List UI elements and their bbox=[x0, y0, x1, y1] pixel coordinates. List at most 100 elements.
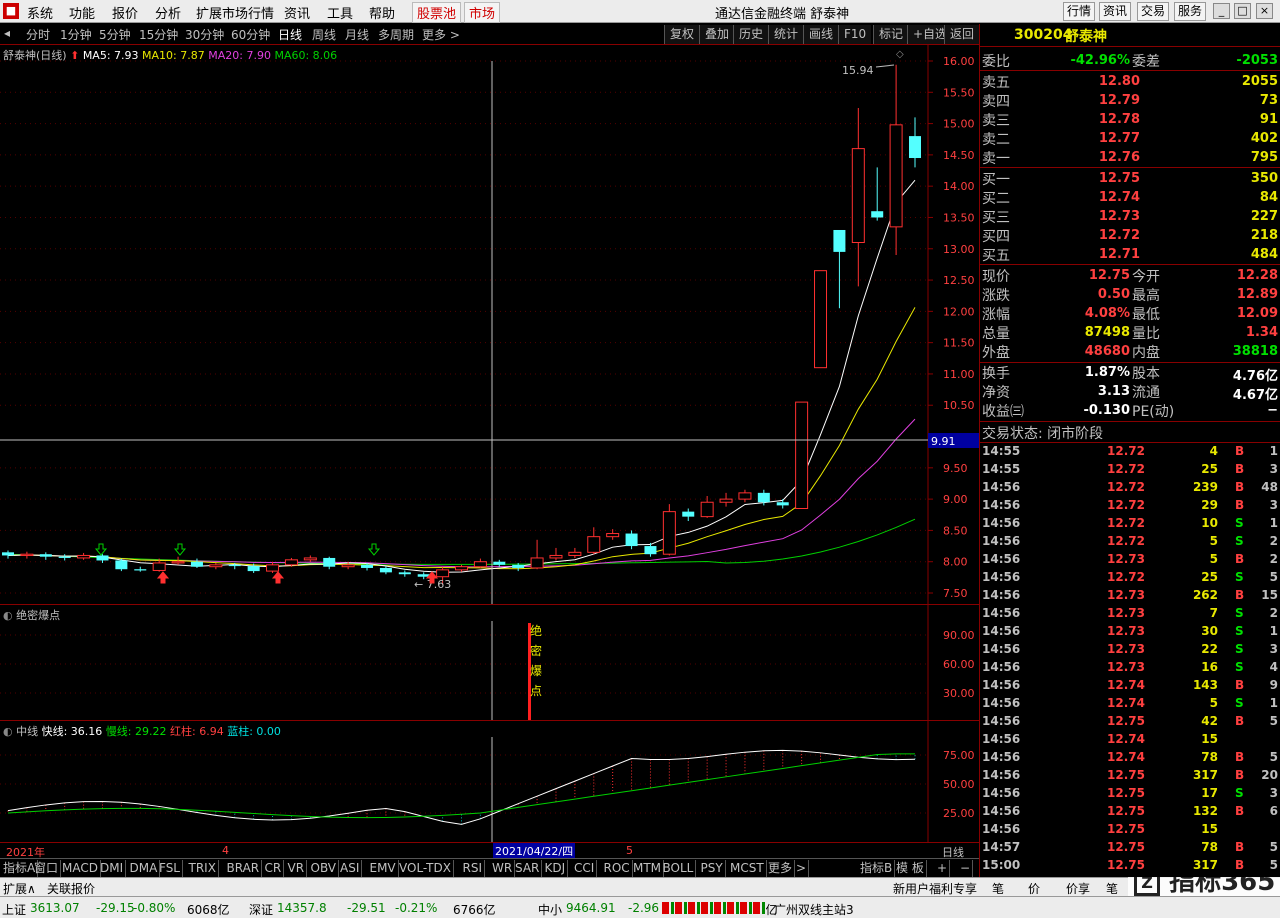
trade-status: 交易状态: 闭市阶段 bbox=[982, 426, 1104, 442]
menu-market[interactable]: 市场 bbox=[464, 2, 501, 23]
indicator-tab-9[interactable]: VR bbox=[286, 860, 308, 877]
indicator-tab-3[interactable]: DMI bbox=[98, 860, 127, 877]
candle-body bbox=[436, 569, 450, 578]
menu-analysis[interactable]: 分析 bbox=[155, 3, 181, 22]
tick-tab-2[interactable]: 笔 bbox=[1106, 880, 1118, 897]
adjust-button[interactable]: 复权 bbox=[664, 25, 700, 44]
tick-tab[interactable]: 笔 bbox=[992, 880, 1004, 897]
period-5min[interactable]: 5分钟 bbox=[99, 26, 131, 43]
right-tab-2[interactable]: + bbox=[935, 860, 951, 877]
stats-button[interactable]: 统计 bbox=[768, 25, 804, 44]
right-tab-3[interactable]: − bbox=[958, 860, 974, 877]
draw-button[interactable]: 画线 bbox=[803, 25, 839, 44]
indicator-tab-5[interactable]: FSL bbox=[157, 860, 183, 877]
indicator-tab-25[interactable]: > bbox=[794, 860, 810, 877]
index-price: 3613.07 bbox=[30, 901, 80, 915]
candle bbox=[662, 504, 676, 556]
indicator-tab-23[interactable]: MCST bbox=[728, 860, 767, 877]
price-tab[interactable]: 价 bbox=[1028, 880, 1040, 897]
ext-toggle[interactable]: 扩展∧ bbox=[3, 880, 36, 897]
indicator-tab-22[interactable]: PSY bbox=[699, 860, 726, 877]
period-30min[interactable]: 30分钟 bbox=[185, 26, 224, 43]
diamond-icon: ◇ bbox=[896, 49, 904, 60]
indicator-tab-6[interactable]: TRIX bbox=[187, 860, 219, 877]
overlay-button[interactable]: 叠加 bbox=[699, 25, 735, 44]
related-quote-tab[interactable]: 关联报价 bbox=[47, 880, 95, 897]
menu-stock-pool[interactable]: 股票池 bbox=[412, 2, 462, 23]
indicator-tab-21[interactable]: BOLL bbox=[661, 860, 697, 877]
indicator-tab-2[interactable]: MACD bbox=[60, 860, 101, 877]
indicator-tab-14[interactable]: RSI bbox=[461, 860, 485, 877]
minimize-icon[interactable]: _ bbox=[1213, 3, 1230, 19]
indicator-tab-7[interactable]: BRAR bbox=[225, 860, 263, 877]
candle bbox=[190, 558, 203, 568]
candlestick-chart[interactable]: 16.00 15.50 15.00 14.50 14.00 13.50 13.00 12.50… bbox=[0, 45, 979, 605]
indicator-tab-17[interactable]: KDJ bbox=[543, 860, 569, 877]
quote-tab-button[interactable]: 行情 bbox=[1063, 2, 1095, 21]
period-daily[interactable]: 日线 bbox=[278, 26, 302, 43]
indicator-tab-24[interactable]: 更多 bbox=[766, 860, 796, 877]
main-legend: 舒泰神(日线) ⬆ MA5: 7.93 MA10: 7.87 MA20: 7.9… bbox=[3, 47, 337, 63]
tick-row: 14:55 12.72 25 B 3 bbox=[982, 462, 1278, 476]
mark-button[interactable]: 标记 bbox=[873, 25, 909, 44]
right-tab-1[interactable]: 模 板 bbox=[894, 860, 927, 877]
menu-news[interactable]: 资讯 bbox=[284, 3, 310, 22]
price-share-tab[interactable]: 价享 bbox=[1066, 880, 1090, 897]
period-multi[interactable]: 多周期 bbox=[378, 26, 414, 43]
indicator-tab-13[interactable]: VOL-TDX bbox=[397, 860, 454, 877]
price-tick-label: 16.00 bbox=[943, 55, 975, 68]
secret-signal-panel[interactable]: 90.00 60.00 30.00 绝密爆点 ◐ 绝密爆点 bbox=[0, 604, 979, 721]
indicator-tab-8[interactable]: CR bbox=[263, 860, 285, 877]
candle-body bbox=[662, 511, 676, 555]
menu-quote[interactable]: 报价 bbox=[112, 3, 138, 22]
midline-panel[interactable]: 75.00 50.00 25.00 ◐ 中线 快线: 36.16 慢线: 29.22… bbox=[0, 720, 979, 843]
period-more[interactable]: 更多 > bbox=[422, 26, 460, 43]
period-bar: ◂ 分时 1分钟 5分钟 15分钟 30分钟 60分钟 日线 周线 月线 多周期… bbox=[0, 24, 979, 45]
tick-row: 14:56 12.73 5 B 2 bbox=[982, 552, 1278, 566]
candle bbox=[530, 539, 544, 570]
divider bbox=[980, 421, 1280, 422]
menu-system[interactable]: 系统 bbox=[27, 3, 53, 22]
high-price-label: 15.94 bbox=[842, 64, 874, 77]
indicator-tab-11[interactable]: ASI bbox=[338, 860, 363, 877]
history-button[interactable]: 历史 bbox=[733, 25, 769, 44]
price-tick-label: 12.00 bbox=[943, 305, 975, 318]
period-1min[interactable]: 1分钟 bbox=[60, 26, 92, 43]
candle-body bbox=[209, 564, 223, 568]
period-tick[interactable]: 分时 bbox=[26, 26, 50, 43]
index-amount: 6766亿 bbox=[453, 903, 496, 917]
period-60min[interactable]: 60分钟 bbox=[231, 26, 270, 43]
high-pointer bbox=[875, 64, 895, 68]
service-tab-button[interactable]: 服务 bbox=[1174, 2, 1206, 21]
indicator-tab-12[interactable]: EMV bbox=[368, 860, 399, 877]
news-tab-button[interactable]: 资讯 bbox=[1099, 2, 1131, 21]
app-logo-icon: ■ bbox=[3, 3, 19, 19]
right-tab-0[interactable]: 指标B bbox=[858, 860, 896, 877]
indicator-tab-1[interactable]: 窗口 bbox=[32, 860, 62, 877]
indicator-tab-19[interactable]: ROC bbox=[602, 860, 633, 877]
period-15min[interactable]: 15分钟 bbox=[139, 26, 178, 43]
menu-tools[interactable]: 工具 bbox=[327, 3, 353, 22]
menu-ext-market[interactable]: 扩展市场行情 bbox=[196, 3, 274, 22]
menu-help[interactable]: 帮助 bbox=[369, 3, 395, 22]
candlestick-panel[interactable]: 16.00 15.50 15.00 14.50 14.00 13.50 13.00 12.50… bbox=[0, 45, 979, 605]
f10-button[interactable]: F10 bbox=[838, 25, 872, 44]
trade-tab-button[interactable]: 交易 bbox=[1137, 2, 1169, 21]
menu-function[interactable]: 功能 bbox=[69, 3, 95, 22]
candle-body bbox=[909, 136, 921, 159]
indicator-tab-10[interactable]: OBV bbox=[309, 860, 340, 877]
indicator-tab-16[interactable]: SAR bbox=[513, 860, 543, 877]
back-button[interactable]: 返回 bbox=[944, 25, 979, 44]
new-user-benefit[interactable]: 新用户福利专享 bbox=[893, 880, 977, 897]
period-monthly[interactable]: 月线 bbox=[345, 26, 369, 43]
bid-row: 买三 12.73 227 bbox=[982, 209, 1278, 226]
indicator-tab-18[interactable]: CCI bbox=[572, 860, 598, 877]
indicator-tab-20[interactable]: MTM bbox=[631, 860, 665, 877]
indicator-tab-15[interactable]: WR bbox=[490, 860, 516, 877]
close-icon[interactable]: × bbox=[1256, 3, 1273, 19]
candle-body bbox=[889, 124, 903, 228]
restore-icon[interactable]: □ bbox=[1234, 3, 1251, 19]
period-weekly[interactable]: 周线 bbox=[312, 26, 336, 43]
indicator-tab-4[interactable]: DMA bbox=[128, 860, 161, 877]
ask-row: 卖五 12.80 2055 bbox=[982, 74, 1278, 91]
